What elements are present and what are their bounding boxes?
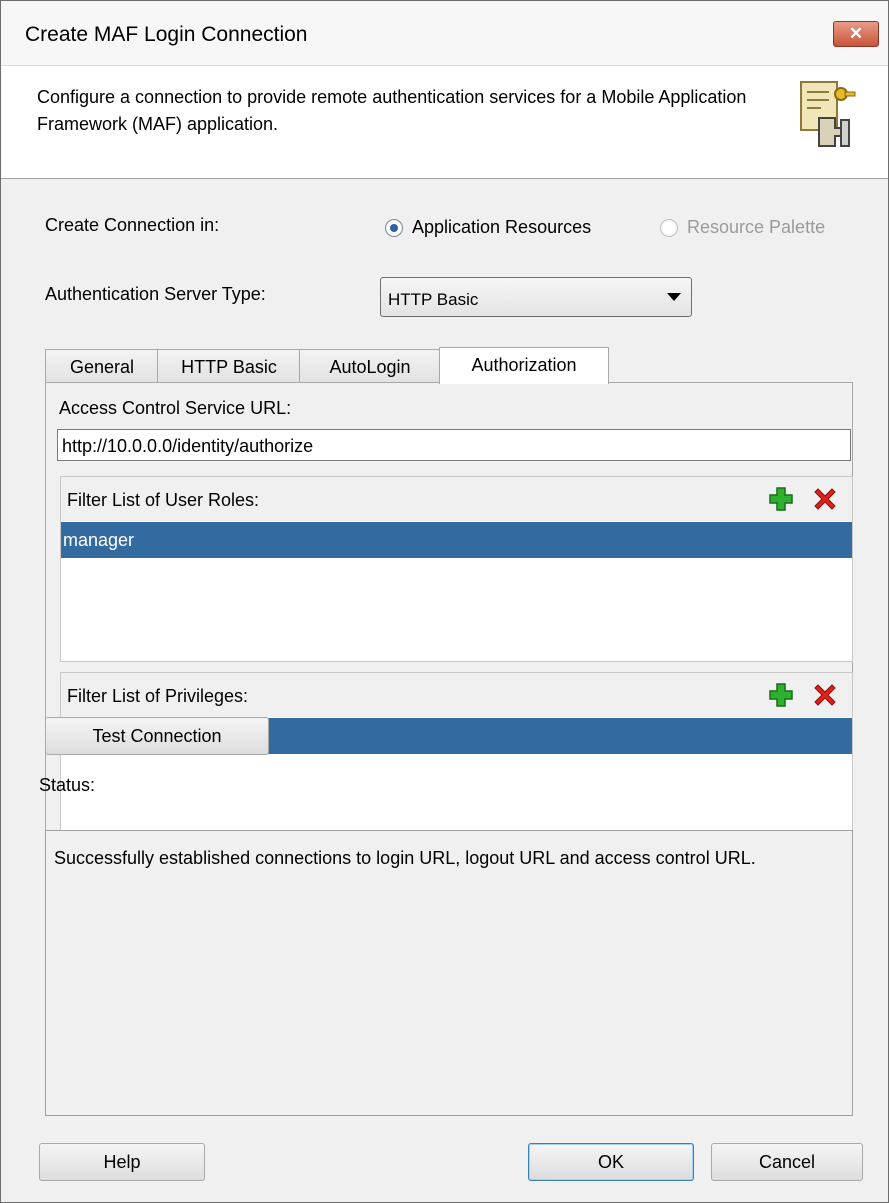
radio-selected-icon [385,218,403,237]
radio-label: Resource Palette [687,217,826,237]
help-button[interactable]: Help [39,1143,205,1181]
server-type-label: Authentication Server Type: [45,284,266,304]
tab-http-basic[interactable]: HTTP Basic [157,349,301,382]
dropdown-arrow-icon [667,293,681,301]
cancel-button[interactable]: Cancel [711,1143,863,1181]
user-roles-title: Filter List of User Roles: [67,490,260,510]
list-item-selected[interactable]: manager [61,522,852,558]
radio-application-resources[interactable]: Application Resources [385,217,591,238]
server-type-select[interactable]: HTTP Basic [380,277,692,317]
delete-icon[interactable] [812,486,838,512]
privileges-header: Filter List of Privileges: [61,673,852,717]
tab-authorization[interactable]: Authorization [439,347,609,384]
create-in-label: Create Connection in: [45,215,220,235]
window-title: Create MAF Login Connection [25,23,308,46]
dialog-header: Configure a connection to provide remote… [1,66,888,179]
title-bar: Create MAF Login Connection ✕ [1,1,888,66]
radio-resource-palette: Resource Palette [660,217,825,238]
close-button[interactable]: ✕ [833,21,879,47]
dialog: Create MAF Login Connection ✕ Configure … [0,0,889,1203]
add-icon[interactable] [768,682,794,708]
tab-general[interactable]: General [45,349,159,382]
tab-autologin[interactable]: AutoLogin [299,349,441,382]
url-label: Access Control Service URL: [59,398,292,418]
access-control-url-input[interactable]: http://10.0.0.0/identity/authorize [57,429,851,461]
status-label: Status: [39,775,96,795]
list-item-label: manager [63,530,135,550]
user-roles-list: Filter List of User Roles: manager [60,476,853,662]
user-roles-header: Filter List of User Roles: [61,477,852,521]
test-connection-button[interactable]: Test Connection [45,717,269,755]
radio-unselected-icon [660,218,678,237]
add-icon[interactable] [768,486,794,512]
header-description: Configure a connection to provide remote… [37,87,747,134]
ok-button[interactable]: OK [528,1143,694,1181]
select-value: HTTP Basic [388,290,479,309]
delete-icon[interactable] [812,682,838,708]
status-text: Successfully established connections to … [54,848,756,868]
radio-label: Application Resources [412,217,592,237]
privileges-title: Filter List of Privileges: [67,686,249,706]
connection-key-icon [800,81,856,147]
status-box: Successfully established connections to … [45,830,853,1116]
url-value: http://10.0.0.0/identity/authorize [62,436,314,456]
